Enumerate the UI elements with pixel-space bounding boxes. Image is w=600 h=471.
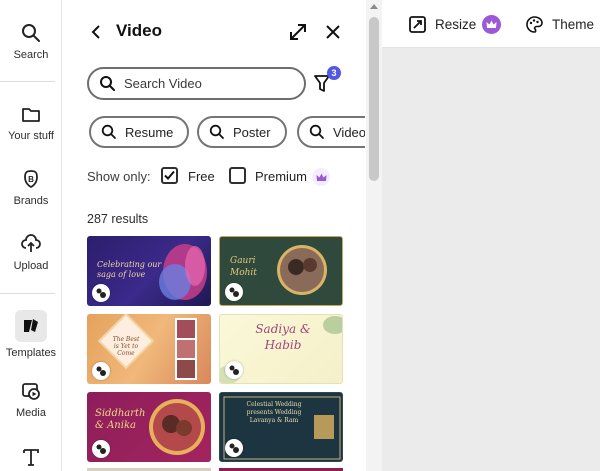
video-badge [92, 362, 110, 380]
divider [0, 293, 55, 294]
text-icon [23, 449, 39, 466]
sidebar-item-search[interactable]: Search [0, 22, 62, 61]
close-button[interactable] [323, 22, 343, 42]
upload-icon [21, 234, 41, 252]
premium-crown-icon [482, 14, 502, 34]
template-card[interactable]: Sadiya & Habib [219, 314, 343, 384]
filter-count-badge: 3 [327, 66, 341, 80]
scroll-up-arrow-icon[interactable] [370, 4, 378, 9]
sidebar-item-brands[interactable]: B Brands [0, 168, 62, 207]
scrollbar-thumb[interactable] [369, 17, 379, 181]
template-caption: Celebrating our saga of love [97, 260, 162, 279]
template-caption: Celestial Wedding presents Wedding Lavan… [246, 401, 302, 424]
crown-icon [312, 168, 330, 186]
theme-label: Theme [552, 16, 595, 32]
premium-label: Premium [255, 169, 308, 184]
search-icon [101, 124, 116, 139]
chip-video[interactable]: Video [297, 116, 365, 148]
resize-label: Resize [435, 16, 477, 32]
sidebar-item-upload[interactable]: Upload [0, 233, 62, 272]
chevron-left-icon [91, 25, 100, 39]
template-card[interactable]: Celestial Wedding presents Wedding Lavan… [219, 392, 343, 462]
theme-button[interactable]: Theme [525, 13, 594, 35]
free-checkbox[interactable] [161, 167, 178, 184]
show-only-label: Show only: [87, 169, 151, 184]
chip-label: Resume [125, 124, 174, 140]
video-icon [229, 443, 239, 453]
folder-icon [22, 108, 40, 122]
video-badge [92, 440, 110, 458]
video-badge [225, 283, 243, 301]
sidebar-item-label: Media [16, 407, 46, 419]
sidebar-item-label: Search [13, 49, 49, 61]
template-caption: Sadiya & Habib [255, 322, 311, 352]
templates-icon-wrap [15, 310, 47, 342]
video-icon [96, 444, 106, 454]
media-icon [22, 383, 40, 400]
template-caption: Gauri Mohit [230, 256, 257, 278]
search-icon [22, 24, 40, 42]
canvas-area[interactable] [382, 48, 600, 471]
chip-poster[interactable]: Poster [197, 116, 287, 148]
template-card[interactable]: Siddharth & Anika [87, 392, 211, 462]
divider [0, 81, 55, 82]
chip-label: Video [333, 124, 365, 140]
panel-scrollbar[interactable] [366, 0, 382, 471]
expand-button[interactable] [287, 21, 309, 43]
video-badge [92, 284, 110, 302]
template-caption: The Best is Yet to Come [112, 336, 140, 357]
expand-icon [290, 24, 306, 40]
search-icon [209, 124, 224, 139]
premium-checkbox[interactable] [229, 167, 246, 184]
suggestion-chips: Resume Poster Video [89, 116, 365, 148]
search-icon [309, 124, 324, 139]
left-rail: Search Your stuff B Brands Upload Templa… [0, 0, 62, 471]
search-icon [100, 76, 115, 91]
chip-resume[interactable]: Resume [89, 116, 190, 148]
template-card[interactable]: The Best is Yet to Come [87, 314, 211, 384]
free-label: Free [188, 169, 215, 184]
resize-button[interactable]: Resize [408, 13, 502, 35]
chip-label: Poster [233, 124, 271, 140]
sidebar-item-your-stuff[interactable]: Your stuff [0, 103, 62, 142]
sidebar-item-label: Your stuff [8, 130, 54, 142]
checkmark-icon [164, 170, 175, 180]
results-count: 287 results [87, 212, 149, 226]
resize-icon [409, 15, 426, 33]
video-icon [96, 288, 106, 298]
video-icon [229, 365, 239, 375]
sidebar-item-label: Brands [13, 195, 49, 207]
video-badge [225, 439, 243, 457]
video-badge [225, 361, 243, 379]
palette-icon [526, 15, 543, 33]
sidebar-item-label: Templates [5, 347, 57, 359]
template-card[interactable]: Celebrating our saga of love [87, 236, 211, 306]
template-card[interactable]: Gauri Mohit [219, 236, 343, 306]
video-icon [229, 287, 239, 297]
templates-icon [24, 319, 38, 332]
top-toolbar: Resize Theme [382, 0, 600, 48]
sidebar-item-templates[interactable]: Templates [0, 310, 62, 359]
svg-text:B: B [28, 175, 34, 184]
template-caption: Siddharth & Anika [95, 408, 146, 431]
filter-button[interactable]: 3 [313, 66, 341, 96]
sidebar-item-text[interactable] [0, 446, 62, 468]
search-input[interactable] [124, 76, 294, 91]
video-icon [96, 366, 106, 376]
brand-icon: B [24, 170, 38, 189]
sidebar-item-media[interactable]: Media [0, 380, 62, 419]
close-icon [326, 25, 340, 39]
back-button[interactable] [88, 22, 106, 42]
search-field[interactable] [87, 67, 306, 100]
sidebar-item-label: Upload [13, 260, 49, 272]
panel-title: Video [116, 21, 162, 40]
